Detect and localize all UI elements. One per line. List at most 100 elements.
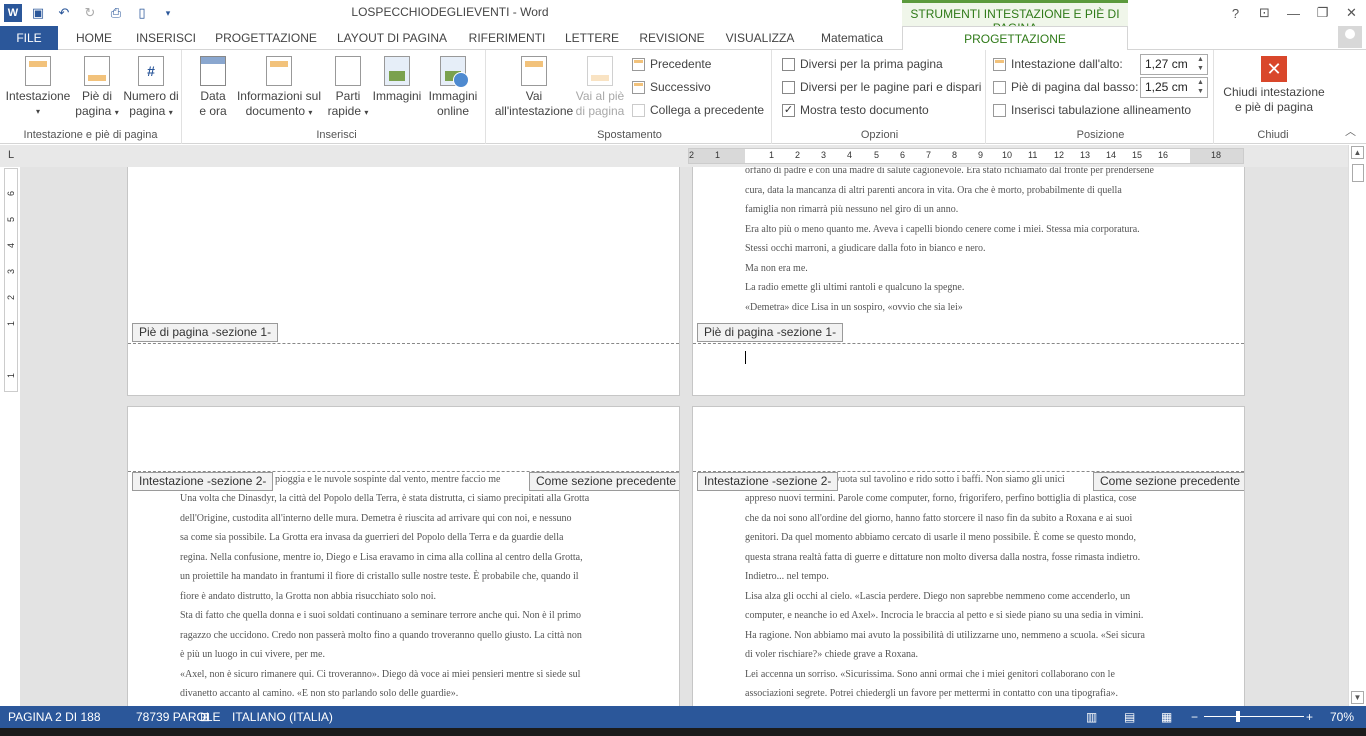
user-avatar[interactable] <box>1338 26 1362 48</box>
quick-parts-button[interactable]: Parti rapide ▾ <box>326 56 370 120</box>
vertical-scrollbar[interactable]: ▲ ▼ <box>1348 145 1366 706</box>
tab-selector[interactable]: L <box>4 149 18 163</box>
document-canvas[interactable]: Piè di pagina -sezione 1- orfano di padr… <box>20 167 1348 706</box>
quick-parts-icon <box>335 56 361 86</box>
ruler-area: L 2 1 1 2 3 4 5 6 7 8 9 10 11 12 13 14 1… <box>0 145 1366 167</box>
online-pictures-button[interactable]: Immagini online <box>424 56 482 119</box>
chevron-down-icon: ▾ <box>364 108 369 117</box>
ribbon-display-options-icon[interactable]: ⊡ <box>1250 0 1279 26</box>
vertical-ruler[interactable]: 6 5 4 3 2 1 1 <box>4 168 18 392</box>
read-mode-icon[interactable]: ▥ <box>1086 710 1097 724</box>
zoom-slider-thumb[interactable] <box>1236 711 1240 722</box>
calendar-clock-icon <box>200 56 226 86</box>
chevron-down-icon: ▾ <box>35 107 40 116</box>
tab-progettazione[interactable]: PROGETTAZIONE <box>212 26 320 50</box>
pictures-button[interactable]: Immagini <box>370 56 424 104</box>
spinner-arrows-icon[interactable]: ▲ ▼ <box>1194 78 1207 97</box>
group-label: Chiudi <box>1257 129 1289 141</box>
zoom-out-icon[interactable]: − <box>1191 710 1198 724</box>
tab-header-footer-design[interactable]: PROGETTAZIONE <box>902 26 1128 51</box>
page-count[interactable]: PAGINA 2 DI 188 <box>8 710 101 724</box>
tab-visualizza[interactable]: VISUALIZZA <box>720 26 800 50</box>
language-indicator[interactable]: ITALIANO (ITALIA) <box>232 710 333 724</box>
group-insert: Data e ora Informazioni sul documento ▾ … <box>188 50 486 144</box>
page-top-right[interactable]: orfano di padre e con una madre di salut… <box>692 167 1245 396</box>
group-navigation: Vai all'intestazione Vai al piè di pagin… <box>488 50 772 144</box>
scroll-down-icon[interactable]: ▼ <box>1351 691 1364 704</box>
go-to-footer-button[interactable]: Vai al piè di pagina <box>574 56 626 119</box>
restore-icon[interactable]: ❐ <box>1308 0 1337 26</box>
group-close: ✕ Chiudi intestazione e piè di pagina Ch… <box>1216 50 1330 144</box>
header-from-top-input[interactable]: 1,27 cm ▲ ▼ <box>1140 54 1208 75</box>
page-body-text: orfano di padre e con una madre di salut… <box>745 167 1154 313</box>
link-to-previous-button[interactable]: Collega a precedente <box>632 103 764 117</box>
title-bar: W ▣ ↶ ↻ ⎙ ▯ ▾ LOSPECCHIODEGLIEVENTI - Wo… <box>0 0 1366 35</box>
horizontal-ruler[interactable]: 2 1 1 2 3 4 5 6 7 8 9 10 11 12 13 14 15 … <box>688 148 1244 164</box>
tab-home[interactable]: HOME <box>68 26 120 50</box>
close-window-icon[interactable]: ✕ <box>1337 0 1366 26</box>
help-icon[interactable]: ? <box>1221 0 1250 26</box>
footer-position-icon <box>993 80 1006 94</box>
tab-riferimenti[interactable]: RIFERIMENTI <box>464 26 550 50</box>
status-bar: PAGINA 2 DI 188 78739 PAROLE ⊞ ITALIANO … <box>0 706 1366 728</box>
checkbox-checked[interactable]: ✓ <box>782 103 795 117</box>
next-section-icon <box>632 80 645 94</box>
previous-section-icon <box>632 57 645 71</box>
group-label: Spostamento <box>597 129 662 141</box>
footer-icon <box>84 56 110 86</box>
minimize-icon[interactable]: — <box>1279 0 1308 26</box>
footer-from-bottom-label: Piè di pagina dal basso: <box>993 80 1138 94</box>
checkbox[interactable] <box>782 80 795 94</box>
different-odd-even-option[interactable]: Diversi per le pagine pari e dispari <box>782 80 981 94</box>
spinner-arrows-icon[interactable]: ▲ ▼ <box>1194 55 1207 74</box>
go-to-footer-icon <box>587 56 613 86</box>
zoom-level[interactable]: 70% <box>1330 710 1354 724</box>
ribbon: Intestazione ▾ Piè di pagina ▾ # Numero … <box>0 50 1366 144</box>
tab-lettere[interactable]: LETTERE <box>562 26 622 50</box>
document-info-icon <box>266 56 292 86</box>
online-picture-icon <box>440 56 469 88</box>
go-to-header-icon <box>521 56 547 86</box>
header-button[interactable]: Intestazione ▾ <box>4 56 72 119</box>
zoom-in-icon[interactable]: + <box>1306 710 1313 724</box>
proofing-icon[interactable]: ⊞ <box>200 710 210 724</box>
tab-revisione[interactable]: REVISIONE <box>634 26 710 50</box>
insert-alignment-tab-button[interactable]: Inserisci tabulazione allineamento <box>993 103 1191 117</box>
footer-button[interactable]: Piè di pagina ▾ <box>74 56 120 120</box>
date-time-button[interactable]: Data e ora <box>194 56 232 119</box>
footer-from-bottom-input[interactable]: 1,25 cm ▲ ▼ <box>1140 77 1208 98</box>
scroll-up-icon[interactable]: ▲ <box>1351 146 1364 159</box>
zoom-slider[interactable] <box>1204 716 1304 717</box>
group-position: Intestazione dall'alto: 1,27 cm ▲ ▼ Piè d… <box>988 50 1214 144</box>
document-info-button[interactable]: Informazioni sul documento ▾ <box>234 56 324 120</box>
page-top-left[interactable]: Piè di pagina -sezione 1- <box>127 167 680 396</box>
tab-file[interactable]: FILE <box>0 26 58 50</box>
go-to-header-button[interactable]: Vai all'intestazione <box>492 56 576 119</box>
page-bottom-right[interactable]: vuota sul tavolino e rido sotto i baffi.… <box>692 406 1245 706</box>
show-document-text-option[interactable]: ✓ Mostra testo documento <box>782 103 929 117</box>
print-layout-icon[interactable]: ▤ <box>1124 710 1135 724</box>
web-layout-icon[interactable]: ▦ <box>1161 710 1172 724</box>
page-number-icon: # <box>138 56 164 86</box>
checkbox[interactable] <box>782 57 795 71</box>
document-title: LOSPECCHIODEGLIEVENTI - Word <box>351 5 549 19</box>
tab-layout-di-pagina[interactable]: LAYOUT DI PAGINA <box>332 26 452 50</box>
close-icon: ✕ <box>1261 56 1287 82</box>
tab-inserisci[interactable]: INSERISCI <box>132 26 200 50</box>
page-body-text: appreso nuovi termini. Parole come compu… <box>745 493 1145 699</box>
ribbon-tabs: FILE HOME INSERISCI PROGETTAZIONE LAYOUT… <box>0 26 1366 51</box>
next-button[interactable]: Successivo <box>632 80 711 94</box>
group-label: Posizione <box>1076 129 1125 141</box>
alignment-tab-icon <box>993 103 1006 117</box>
page-number-button[interactable]: # Numero di pagina ▾ <box>120 56 182 120</box>
header-icon <box>25 56 51 86</box>
different-first-page-option[interactable]: Diversi per la prima pagina <box>782 57 943 71</box>
chevron-down-icon: ▾ <box>168 108 173 117</box>
collapse-ribbon-icon[interactable]: ︿ <box>1345 123 1356 139</box>
close-header-footer-button[interactable]: ✕ Chiudi intestazione e piè di pagina <box>1218 56 1330 115</box>
previous-button[interactable]: Precedente <box>632 57 711 71</box>
page-bottom-left[interactable]: a pioggia e le nuvole sospinte dal vento… <box>127 406 680 706</box>
tab-matematica[interactable]: Matematica <box>812 26 892 50</box>
scrollbar-thumb[interactable] <box>1352 164 1364 182</box>
link-icon <box>632 103 645 117</box>
